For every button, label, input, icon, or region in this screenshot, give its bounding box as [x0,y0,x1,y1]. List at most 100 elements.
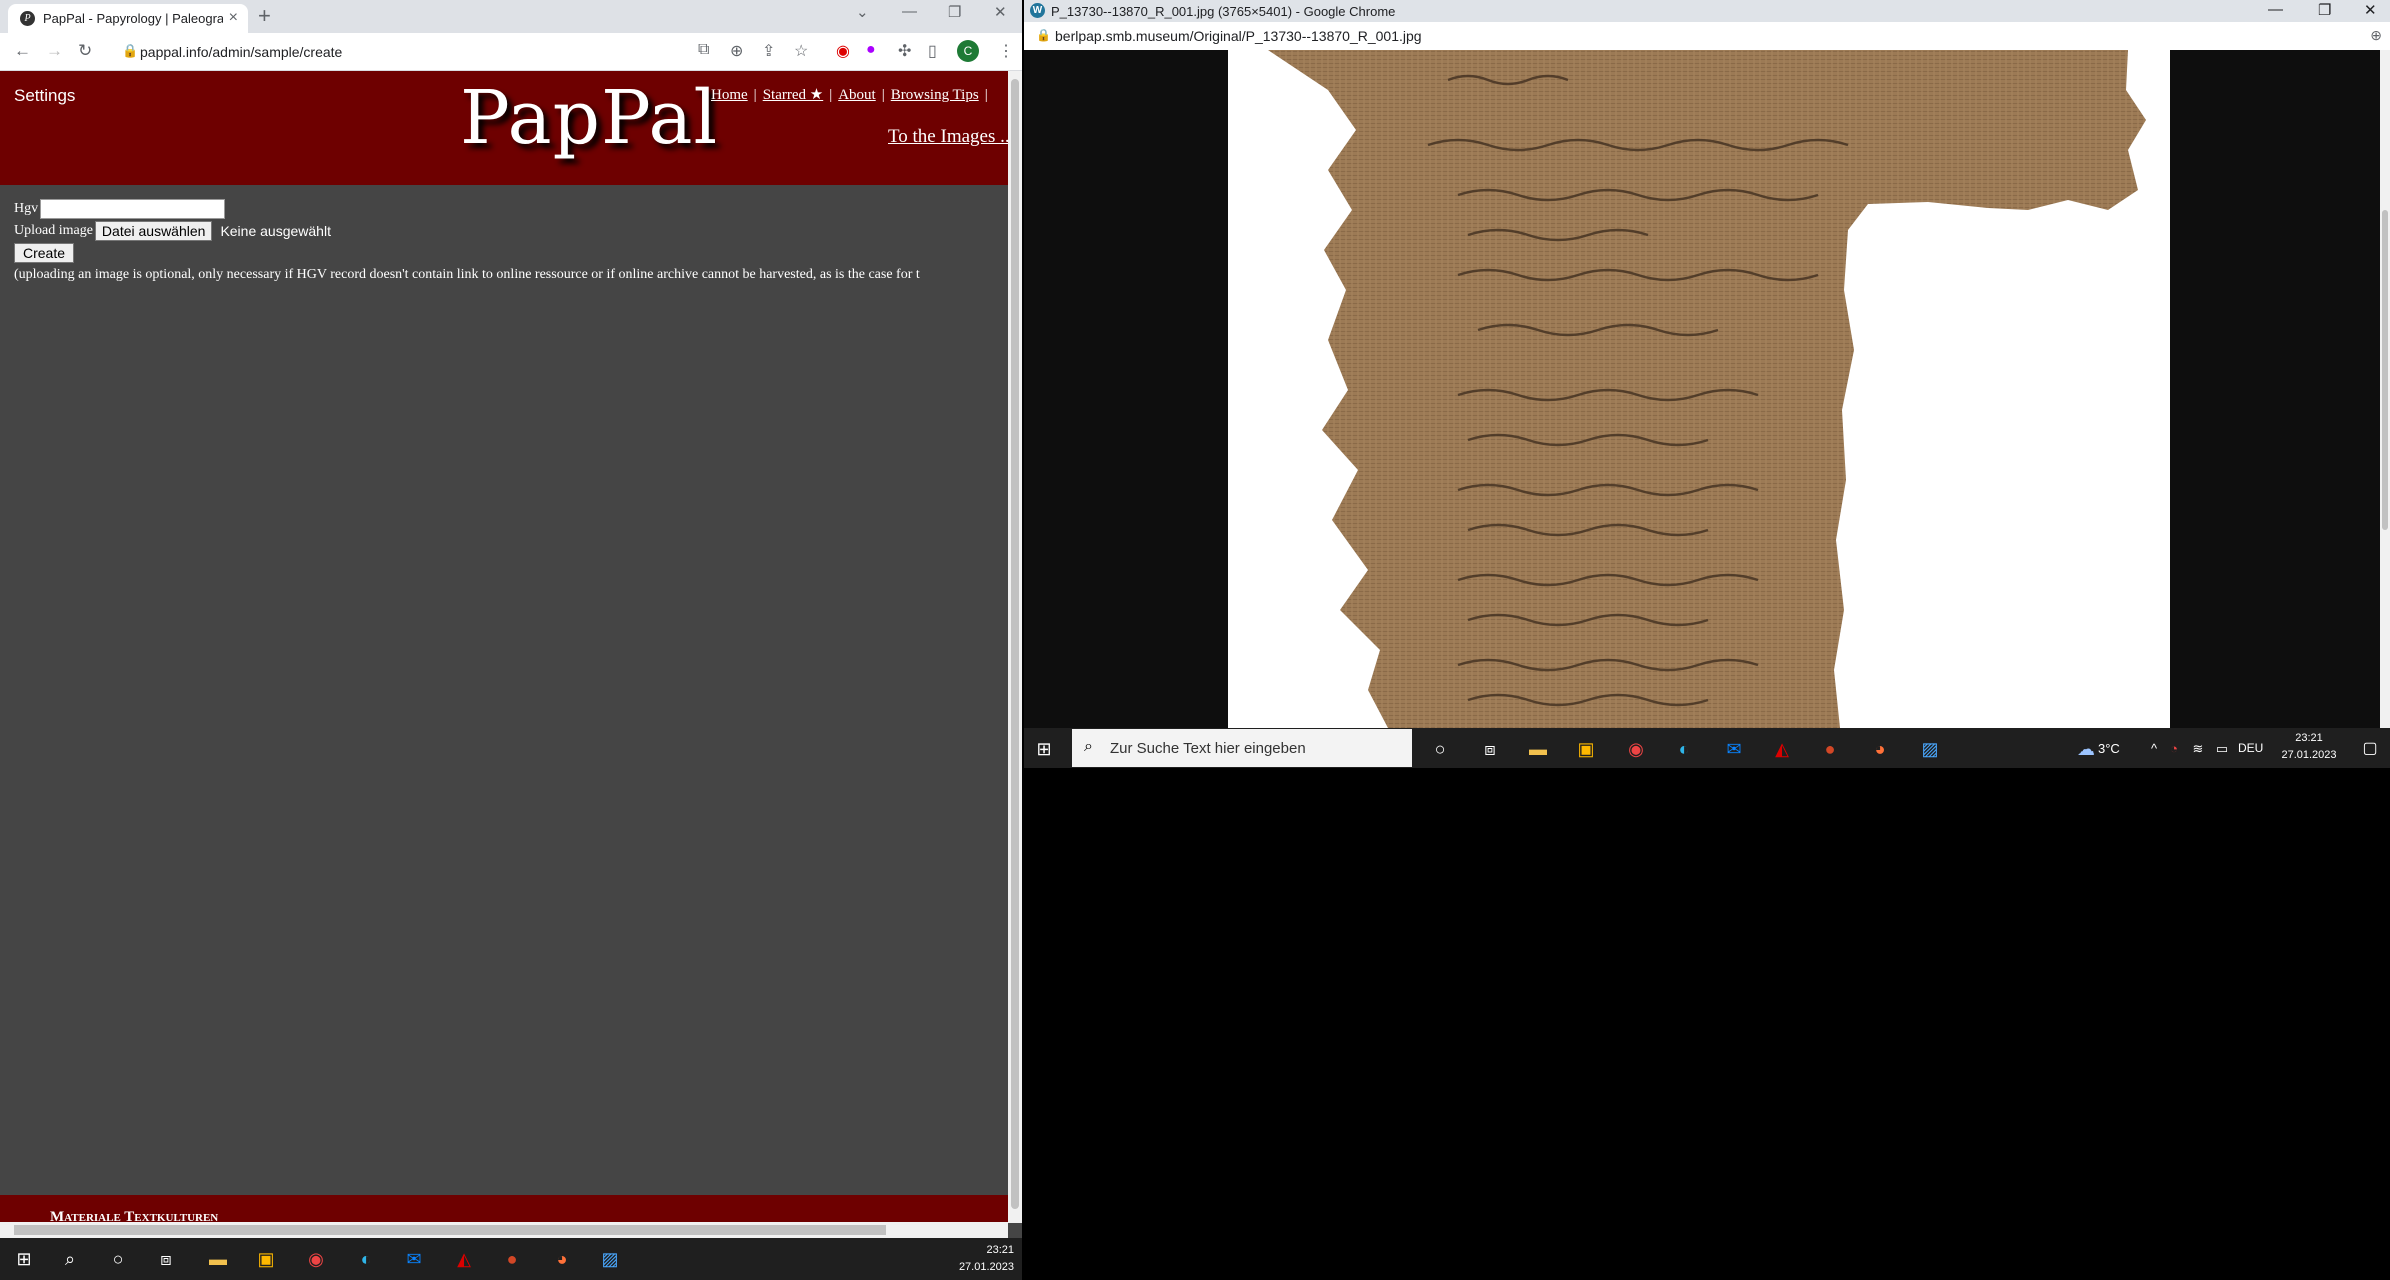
vertical-scroll-thumb[interactable] [1011,79,1019,1209]
restore-icon[interactable]: ❐ [948,3,961,21]
file-explorer-icon[interactable]: ▬ [1526,737,1550,761]
taskbar-date: 27.01.2023 [958,1261,1014,1273]
back-icon[interactable]: ← [14,41,31,61]
chrome-icon[interactable]: ◉ [304,1247,328,1271]
vertical-scrollbar[interactable] [1008,71,1022,1223]
file-explorer-icon[interactable]: ▬ [206,1247,230,1271]
zoom-icon[interactable]: ⊕ [2370,27,2382,44]
weather-cloud-icon[interactable]: ☁ [2074,737,2098,761]
cortana-icon[interactable]: ○ [106,1247,130,1271]
url-field[interactable]: berlpap.smb.museum/Original/P_13730--138… [1055,28,1422,44]
pappal-logo[interactable]: PapPal [460,75,718,161]
acrobat-icon[interactable]: ◭ [1770,737,1794,761]
extension-icon[interactable]: ◉ [836,41,850,61]
file-status-text: Keine ausgewählt [220,223,331,239]
taskbar-time[interactable]: 23:21 [2272,732,2346,744]
photos-icon[interactable]: ▨ [1918,737,1942,761]
wordpress-favicon-icon: W [1030,3,1045,18]
papyrus-graphic [1268,50,2146,728]
firefox-icon[interactable]: ◕ [550,1247,574,1271]
vertical-scroll-thumb[interactable] [2382,210,2388,530]
firefox-icon[interactable]: ◕ [1868,737,1892,761]
bookmark-star-icon[interactable]: ☆ [794,41,808,61]
vertical-scrollbar[interactable] [2380,50,2390,728]
tab-strip: P PapPal - Papyrology | Paleograph × + ⌄… [0,0,1022,33]
acrobat-icon[interactable]: ◭ [452,1247,476,1271]
nav-separator: | [829,87,833,103]
close-window-icon[interactable]: ✕ [994,3,1007,21]
address-bar: ← → ↻ 🔒 pappal.info/admin/sample/create … [0,33,1022,71]
taskbar-time: 23:21 [986,1244,1014,1256]
powerpoint-icon[interactable]: ● [500,1247,524,1271]
taskbar-date[interactable]: 27.01.2023 [2272,749,2346,761]
search-icon[interactable]: ⌕ [58,1247,82,1271]
windows-start-icon[interactable]: ⊞ [12,1247,36,1271]
minimize-icon[interactable]: — [2268,1,2283,18]
url-field[interactable]: pappal.info/admin/sample/create [140,44,342,60]
menu-icon[interactable]: ⋮ [998,41,1014,61]
settings-link[interactable]: Settings [14,86,75,106]
edge-icon[interactable]: ◐ [1672,737,1696,761]
nav-browsing-tips[interactable]: Browsing Tips [891,87,979,103]
nav-home[interactable]: Home [711,87,748,103]
page-footer: Materiale Textkulturen [0,1195,1008,1225]
windows-start-icon[interactable]: ⊞ [1032,737,1056,761]
search-icon: ⌕ [1084,738,1093,755]
reload-icon[interactable]: ↻ [78,41,92,61]
profile-avatar[interactable]: C [957,40,979,62]
tray-app-icon[interactable]: ◔ [2162,737,2186,761]
chrome-icon[interactable]: ◉ [1624,737,1648,761]
left-browser-window: P PapPal - Papyrology | Paleograph × + ⌄… [0,0,1022,1280]
pappal-favicon-icon: P [20,11,35,26]
tab-search-icon[interactable]: ⌄ [856,3,869,21]
powerpoint-icon[interactable]: ● [1818,737,1842,761]
create-button[interactable]: Create [14,243,75,263]
zoom-icon[interactable]: ⊕ [730,41,743,61]
top-navigation: Home | Starred ★ | About | Browsing Tips | [711,85,994,104]
horizontal-scrollbar[interactable] [0,1222,1008,1238]
extensions-puzzle-icon[interactable]: ✣ [898,41,911,61]
pappal-header: Settings PapPal Home | Starred ★ | About | Bro… [0,71,1010,185]
side-panel-icon[interactable]: ▯ [928,41,937,61]
lock-icon: 🔒 [122,43,139,58]
tab-title: PapPal - Papyrology | Paleograph [43,11,223,26]
task-view-icon[interactable]: ⧈ [154,1247,178,1271]
battery-icon[interactable]: ▭ [2210,737,2234,761]
lock-icon: 🔒 [1036,28,1051,42]
to-the-images-link[interactable]: To the Images .. [888,126,1010,148]
horizontal-scroll-thumb[interactable] [14,1225,886,1235]
mail-icon[interactable]: ✉ [402,1247,426,1271]
new-tab-icon[interactable]: + [258,3,271,29]
taskbar-right: ⊞ ⌕ Zur Suche Text hier eingeben ○ ⧈ ▬ ▣… [1024,728,2390,768]
close-window-icon[interactable]: ✕ [2364,1,2377,19]
edge-icon[interactable]: ◐ [354,1247,378,1271]
nav-about[interactable]: About [838,87,876,103]
photos-icon[interactable]: ▨ [598,1247,622,1271]
store-icon[interactable]: ▣ [254,1247,278,1271]
choose-file-button[interactable]: Datei auswählen [94,221,213,241]
nav-starred[interactable]: Starred ★ [763,87,824,103]
weather-temperature[interactable]: 3°C [2098,741,2132,756]
share-icon[interactable]: ⇪ [762,41,775,61]
mail-icon[interactable]: ✉ [1722,737,1746,761]
taskbar-left: ⊞ ⌕ ○ ⧈ ▬ ▣ ◉ ◐ ✉ ◭ ● ◕ ▨ 23:21 27.01.20… [0,1238,1022,1280]
hgv-input[interactable] [40,199,226,219]
cortana-icon[interactable]: ○ [1428,737,1452,761]
store-icon[interactable]: ▣ [1574,737,1598,761]
extension-ublock-icon[interactable]: ● [866,41,876,59]
taskbar-search-box[interactable]: ⌕ Zur Suche Text hier eingeben [1072,729,1412,767]
task-view-icon[interactable]: ⧈ [1478,737,1502,761]
input-language[interactable]: DEU [2238,741,2272,755]
upload-note: (uploading an image is optional, only ne… [14,267,920,282]
minimize-icon[interactable]: — [902,3,917,20]
forward-icon[interactable]: → [46,41,63,61]
tab-pappal[interactable]: P PapPal - Papyrology | Paleograph × [8,4,248,33]
notifications-icon[interactable]: ▢ [2358,737,2382,761]
translate-icon[interactable]: ⧉ [698,41,709,59]
papyrus-image[interactable] [1228,50,2170,728]
nav-separator: | [881,87,885,103]
tab-close-icon[interactable]: × [229,9,238,27]
network-icon[interactable]: ≋ [2186,737,2210,761]
restore-icon[interactable]: ❐ [2318,1,2331,19]
title-bar: W P_13730--13870_R_001.jpg (3765×5401) -… [1024,0,2390,22]
